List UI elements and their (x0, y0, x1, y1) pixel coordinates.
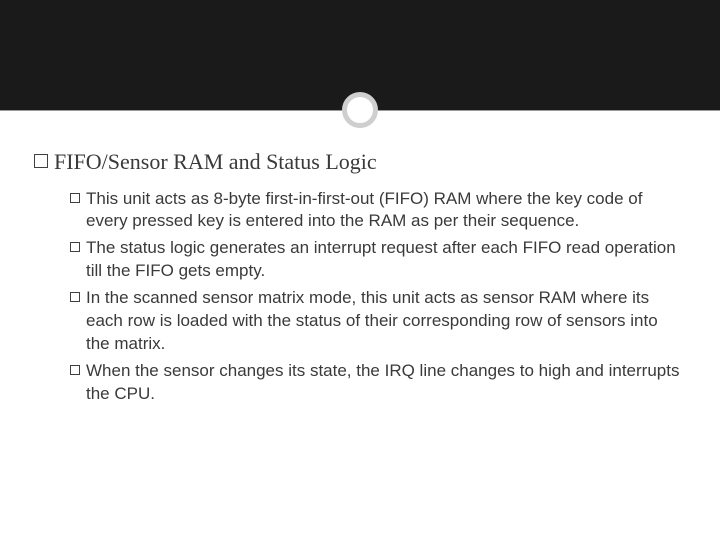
list-item: This unit acts as 8-byte first-in-first-… (70, 188, 680, 234)
square-bullet-icon (70, 365, 80, 375)
list-item-text: When the sensor changes its state, the I… (86, 360, 680, 406)
square-bullet-icon (70, 193, 80, 203)
square-bullet-icon (34, 154, 48, 168)
bullet-list: This unit acts as 8-byte first-in-first-… (70, 188, 680, 406)
list-item: The status logic generates an interrupt … (70, 237, 680, 283)
list-item-text: This unit acts as 8-byte first-in-first-… (86, 188, 680, 234)
square-bullet-icon (70, 242, 80, 252)
slide: FIFO/Sensor RAM and Status Logic This un… (0, 0, 720, 540)
list-item-text: In the scanned sensor matrix mode, this … (86, 287, 680, 356)
list-item-text: The status logic generates an interrupt … (86, 237, 680, 283)
square-bullet-icon (70, 292, 80, 302)
content-area: FIFO/Sensor RAM and Status Logic This un… (34, 148, 680, 410)
heading-title: FIFO/Sensor RAM and Status Logic (54, 148, 377, 176)
circle-ornament-icon (342, 92, 378, 128)
list-item: In the scanned sensor matrix mode, this … (70, 287, 680, 356)
heading: FIFO/Sensor RAM and Status Logic (34, 148, 680, 176)
list-item: When the sensor changes its state, the I… (70, 360, 680, 406)
